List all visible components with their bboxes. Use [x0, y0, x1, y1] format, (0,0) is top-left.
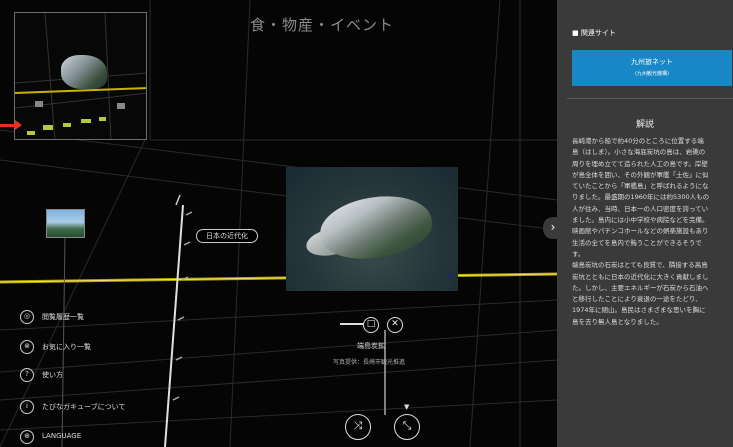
description-line: 1974年に閉山。島民はさまざまな思いを胸に [572, 306, 706, 315]
description-line: 島を去り無人島となりました。 [572, 317, 663, 326]
related-sites-heading: ■ 関連サイト [572, 29, 616, 37]
description-line: ました。島内には小中学校や病院などを完備。 [572, 216, 709, 225]
description-line: 炭坑とともに日本の近代化に大きく貢献しまし [572, 272, 709, 281]
menu-item-label: お気に入り一覧 [42, 343, 91, 351]
featured-photo[interactable] [286, 167, 458, 291]
description-title: 解説 [635, 120, 654, 130]
description-line: ていたことから「軍艦島」と呼ばれるようにな [572, 182, 709, 191]
description-line: が島全体を囲い、その外観が軍艦「土佐」に似 [572, 170, 709, 179]
tag-label[interactable]: 日本の近代化 [196, 229, 258, 243]
description-line: 人が住み、当時、日本一の人口密度を誇ってい [572, 204, 709, 213]
close-icon[interactable]: ✕ [387, 317, 403, 333]
cube-stage[interactable]: 食・物産・イベント 日本の近代化 □ ✕ 端島炭鉱 写真提供：長崎市観光推進 ▼… [0, 0, 557, 447]
description-line: 島（はしま）。小さな海底炭坑の島は、岩礁の [572, 148, 706, 157]
square-icon[interactable]: □ [363, 317, 379, 333]
menu-item-label: LANGUAGE [42, 432, 82, 440]
info-icon: i [20, 400, 34, 414]
island-shape [314, 186, 438, 268]
description-line: す。 [572, 249, 585, 258]
minimap-island-image [61, 55, 107, 89]
control-bar [340, 323, 364, 325]
info-panel: ■ 関連サイト 九州旅ネット (九州観光機構) 解説 長崎港から船で約40分のと… [557, 0, 733, 447]
divider [567, 98, 733, 99]
shuffle-icon[interactable]: ⤨ [345, 414, 371, 440]
pointer-arrow [0, 120, 22, 130]
expand-icon[interactable]: ⤡ [394, 414, 420, 440]
description-line: りました。最盛期の1960年には約5300人もの [572, 193, 710, 202]
minimap[interactable] [14, 12, 147, 140]
related-site-button[interactable]: 九州旅ネット (九州観光機構) [572, 50, 732, 86]
minimap-thumb [35, 101, 43, 107]
related-site-name: 九州旅ネット [631, 58, 673, 66]
history-icon: ◎ [20, 310, 34, 324]
photo-caption-title: 端島炭鉱 [357, 342, 385, 350]
description-line: 長崎港から船で約40分のところに位置する端 [572, 137, 704, 145]
description-line: 端島炭坑の石炭はとても良質で、隣接する高島 [572, 261, 708, 270]
minimap-thumb [117, 103, 125, 109]
description-line: 生活の全てを島内で賄うことができるそうで [572, 238, 702, 247]
related-site-org: (九州観光機構) [635, 71, 669, 77]
help-icon: ? [20, 368, 34, 382]
globe-icon: ⊕ [20, 430, 34, 444]
description-line: 映画館やパチンコホールなどの娯楽施設もあり [572, 227, 709, 236]
photo-caption-credit: 写真提供：長崎市観光推進 [333, 359, 406, 366]
menu-item-label: 使い方 [42, 371, 63, 379]
chevron-down-icon[interactable]: ▼ [404, 403, 409, 411]
thumbnail-image[interactable] [46, 209, 85, 238]
category-title: 食・物産・イベント [250, 16, 395, 34]
menu-item-label: たびなガキューブについて [42, 403, 126, 411]
description-line: 周りを埋め立てて造られた人工の島です。岸壁 [572, 159, 708, 168]
menu-item-label: 閲覧履歴一覧 [42, 313, 84, 321]
favorite-icon: ⊗ [20, 340, 34, 354]
description-line: た。しかし、主要エネルギーが石炭から石油へ [572, 283, 709, 292]
description-text: 長崎港から船で約40分のところに位置する端 島（はしま）。小さな海底炭坑の島は、… [572, 136, 730, 328]
description-line: と移行したことにより衰退の一途をたどり、 [572, 295, 702, 304]
